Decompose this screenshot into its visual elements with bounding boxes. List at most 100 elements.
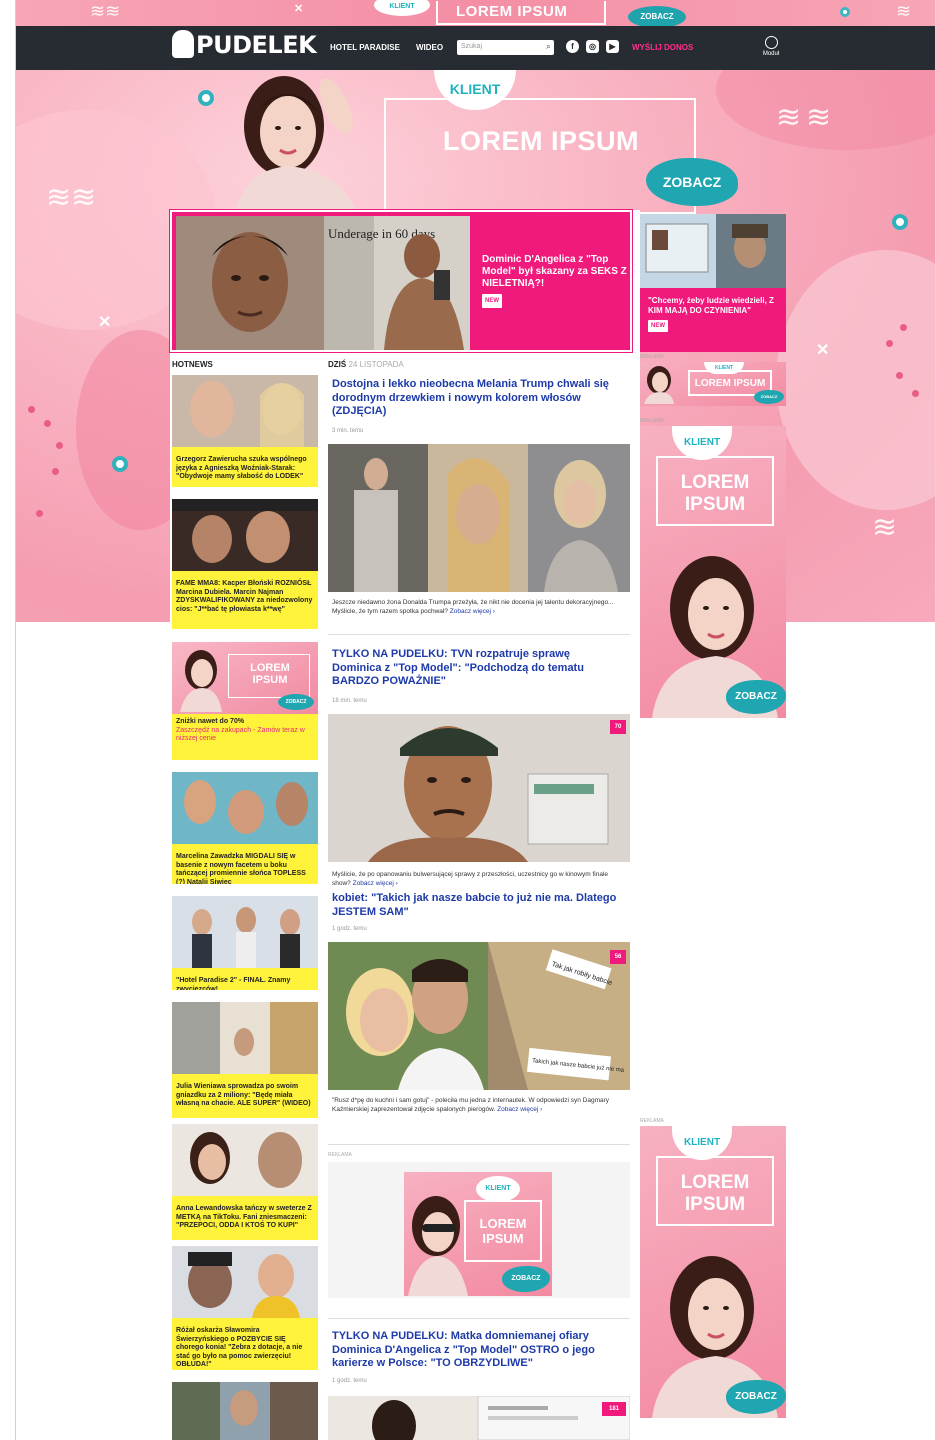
top-banner-ad[interactable]: ≋≋ ≋ ✕ KLIENT LOREM IPSUM ZOBACZ <box>16 0 936 26</box>
sidebar-ad[interactable]: KLIENT LOREM IPSUM ZOBACZ <box>640 1126 786 1418</box>
inline-ad[interactable]: KLIENT LOREM IPSUM ZOBACZ <box>404 1172 552 1296</box>
caption-text: "Rusz d*pę do kuchni i sam gotuj" - pole… <box>332 1097 610 1113</box>
hotnews-item[interactable]: Julia Wieniawa sprowadza po swoim gniazd… <box>172 1002 318 1118</box>
article-title[interactable]: TYLKO NA PUDELKU: TVN rozpatruje sprawę … <box>332 648 622 689</box>
article-photo[interactable] <box>328 444 630 592</box>
user-label: Moduł <box>762 51 780 57</box>
user-icon <box>764 36 778 49</box>
hotnews-item[interactable] <box>172 1382 318 1440</box>
hotnews-ad-title-text: Zniżki nawet do 70% <box>176 718 245 725</box>
sidebar-ad[interactable]: KLIENT LOREM IPSUM ZOBACZ <box>640 426 786 718</box>
comments-count-badge[interactable]: 56 <box>610 950 626 964</box>
article-photo[interactable] <box>328 714 630 862</box>
circle-decoration-icon <box>198 90 214 106</box>
side-featured-story[interactable]: "Chcemy, żeby ludzie wiedzieli, Z KIM MA… <box>640 214 786 352</box>
x-decoration-icon: ✕ <box>816 342 830 359</box>
facebook-icon[interactable]: f <box>566 40 579 53</box>
youtube-icon[interactable]: ▶ <box>606 40 619 53</box>
hotnews-item[interactable]: FAME MMA8: Kacper Błoński ROZNIÓSŁ Marci… <box>172 499 318 629</box>
featured-photo-2: Underage in 60 days <box>324 216 470 350</box>
hotnews-item[interactable]: Różał oskarża Sławomira Świerzyńskiego o… <box>172 1246 318 1370</box>
hotnews-item[interactable]: "Hotel Paradise 2" - FINAŁ. Znamy zwycię… <box>172 896 318 990</box>
featured-photo-1 <box>176 216 324 350</box>
featured-story[interactable]: Underage in 60 days Dominic D'Angelica z… <box>170 210 632 352</box>
side-featured-tag: NEW <box>648 320 668 332</box>
sidebar-mini-ad[interactable]: KLIENT LOREM IPSUM ZOBACZ <box>640 362 786 406</box>
hotnews-photo <box>172 1246 318 1318</box>
article-caption: "Rusz d*pę do kuchni i sam gotuj" - pole… <box>332 1096 622 1114</box>
dog-logo-icon <box>172 30 194 58</box>
dot-decoration <box>900 324 907 331</box>
user-menu[interactable]: Moduł <box>758 36 784 57</box>
article-title[interactable]: kobiet: "Takich jak nasze babcie to już … <box>332 892 622 919</box>
article-timestamp: 18 min. temu <box>332 698 367 704</box>
wave-decoration-icon: ≋ <box>896 1 912 21</box>
hotnews-photo <box>172 1382 318 1440</box>
read-more-link[interactable]: Zobacz więcej › <box>450 608 495 615</box>
wave-decoration-icon: ≋ <box>776 101 802 134</box>
mini-ad-title: LOREM IPSUM <box>694 378 766 389</box>
divider <box>328 634 630 635</box>
article-timestamp: 3 min. temu <box>332 428 364 434</box>
hotnews-photo <box>172 375 318 447</box>
article-title[interactable]: TYLKO NA PUDELKU: Matka domniemanej ofia… <box>332 1330 622 1371</box>
site-logo[interactable]: PUDELEK <box>172 30 317 59</box>
circle-decoration-icon <box>892 214 908 230</box>
logo-text: PUDELEK <box>196 31 317 59</box>
hotnews-ad-item[interactable]: LOREM IPSUM ZOBACZ Zniżki nawet do 70% Za… <box>172 642 318 760</box>
comments-count-badge[interactable]: 181 <box>602 1402 626 1416</box>
dot-decoration <box>44 420 51 427</box>
inline-ad-cta-button[interactable]: ZOBACZ <box>502 1266 550 1292</box>
article-photo[interactable] <box>328 1396 630 1440</box>
hotnews-ad-cta[interactable]: ZOBACZ <box>278 694 314 710</box>
article-photo[interactable]: Tak jak robiły babcie Takich jak nasze b… <box>328 942 630 1090</box>
sidebar-ad-klient: KLIENT <box>672 1126 732 1160</box>
divider <box>328 1318 630 1319</box>
search-input[interactable]: Szukaj ⌕ <box>457 40 554 55</box>
inline-ad-klient: KLIENT <box>476 1176 520 1202</box>
read-more-link[interactable]: Zobacz więcej › <box>497 1106 542 1113</box>
top-ad-klient: KLIENT <box>374 0 430 16</box>
article-timestamp: 1 godz. temu <box>332 926 367 932</box>
hotnews-ad-text: Zniżki nawet do 70% Zaszczędź na zakupach… <box>172 714 318 748</box>
hotnews-photo <box>172 499 318 571</box>
send-tip-button[interactable]: WYŚLIJ DONOS <box>632 43 693 52</box>
featured-tag: NEW <box>482 294 502 308</box>
hotnews-item[interactable]: Grzegorz Zawierucha szuka wspólnego języ… <box>172 375 318 487</box>
hotnews-title: FAME MMA8: Kacper Błoński ROZNIÓSŁ Marci… <box>176 580 313 613</box>
hotnews-item[interactable]: Marcelina Zawadzka MIGDALI SIĘ w basenie… <box>172 772 318 884</box>
hotnews-item[interactable]: Anna Lewandowska tańczy w sweterze Z MET… <box>172 1124 318 1240</box>
hotnews-photo <box>172 896 318 968</box>
instagram-icon[interactable]: ◎ <box>586 40 599 53</box>
sidebar-ad-klient: KLIENT <box>672 426 732 460</box>
nav-link-hotel-paradise[interactable]: HOTEL PARADISE <box>330 43 400 52</box>
nav-link-wideo[interactable]: WIDEO <box>416 43 443 52</box>
wave-decoration-icon: ≋ <box>872 511 898 544</box>
comments-count-badge[interactable]: 70 <box>610 720 626 734</box>
main-content: Underage in 60 days Dominic D'Angelica z… <box>170 210 790 1440</box>
side-featured-title[interactable]: "Chcemy, żeby ludzie wiedzieli, Z KIM MA… <box>648 296 778 332</box>
search-icon[interactable]: ⌕ <box>546 41 551 52</box>
sidebar-ad-title: LOREM IPSUM <box>680 472 750 515</box>
dot-decoration <box>28 406 35 413</box>
navbar: PUDELEK HOTEL PARADISE WIDEO Szukaj ⌕ f … <box>16 26 936 70</box>
dot-decoration <box>56 442 63 449</box>
mini-ad-cta-button[interactable]: ZOBACZ <box>754 390 784 404</box>
hotnews-title: Anna Lewandowska tańczy w sweterze Z MET… <box>176 1205 312 1229</box>
ad-model-photo <box>644 366 674 404</box>
hero-model-photo <box>236 76 356 210</box>
article-title[interactable]: Dostojna i lekko nieobecna Melania Trump… <box>332 378 622 419</box>
read-more-link[interactable]: Zobacz więcej › <box>353 880 398 887</box>
page: ≋≋ ≋ ✕ KLIENT LOREM IPSUM ZOBACZ PUDELEK… <box>0 0 936 1440</box>
divider <box>328 1144 630 1145</box>
featured-title[interactable]: Dominic D'Angelica z "Top Model" był ska… <box>482 254 628 308</box>
bg-blob <box>776 250 936 510</box>
hotnews-title: Grzegorz Zawierucha szuka wspólnego języ… <box>176 456 307 480</box>
dot-decoration <box>52 468 59 475</box>
top-ad-cta-button[interactable]: ZOBACZ <box>628 6 686 26</box>
today-date: 24 LISTOPADA <box>348 360 404 369</box>
ad-model-photo <box>408 1196 468 1296</box>
hotnews-title: Różał oskarża Sławomira Świerzyńskiego o… <box>176 1327 303 1368</box>
dot-decoration <box>886 340 893 347</box>
hotnews-photo <box>172 1002 318 1074</box>
